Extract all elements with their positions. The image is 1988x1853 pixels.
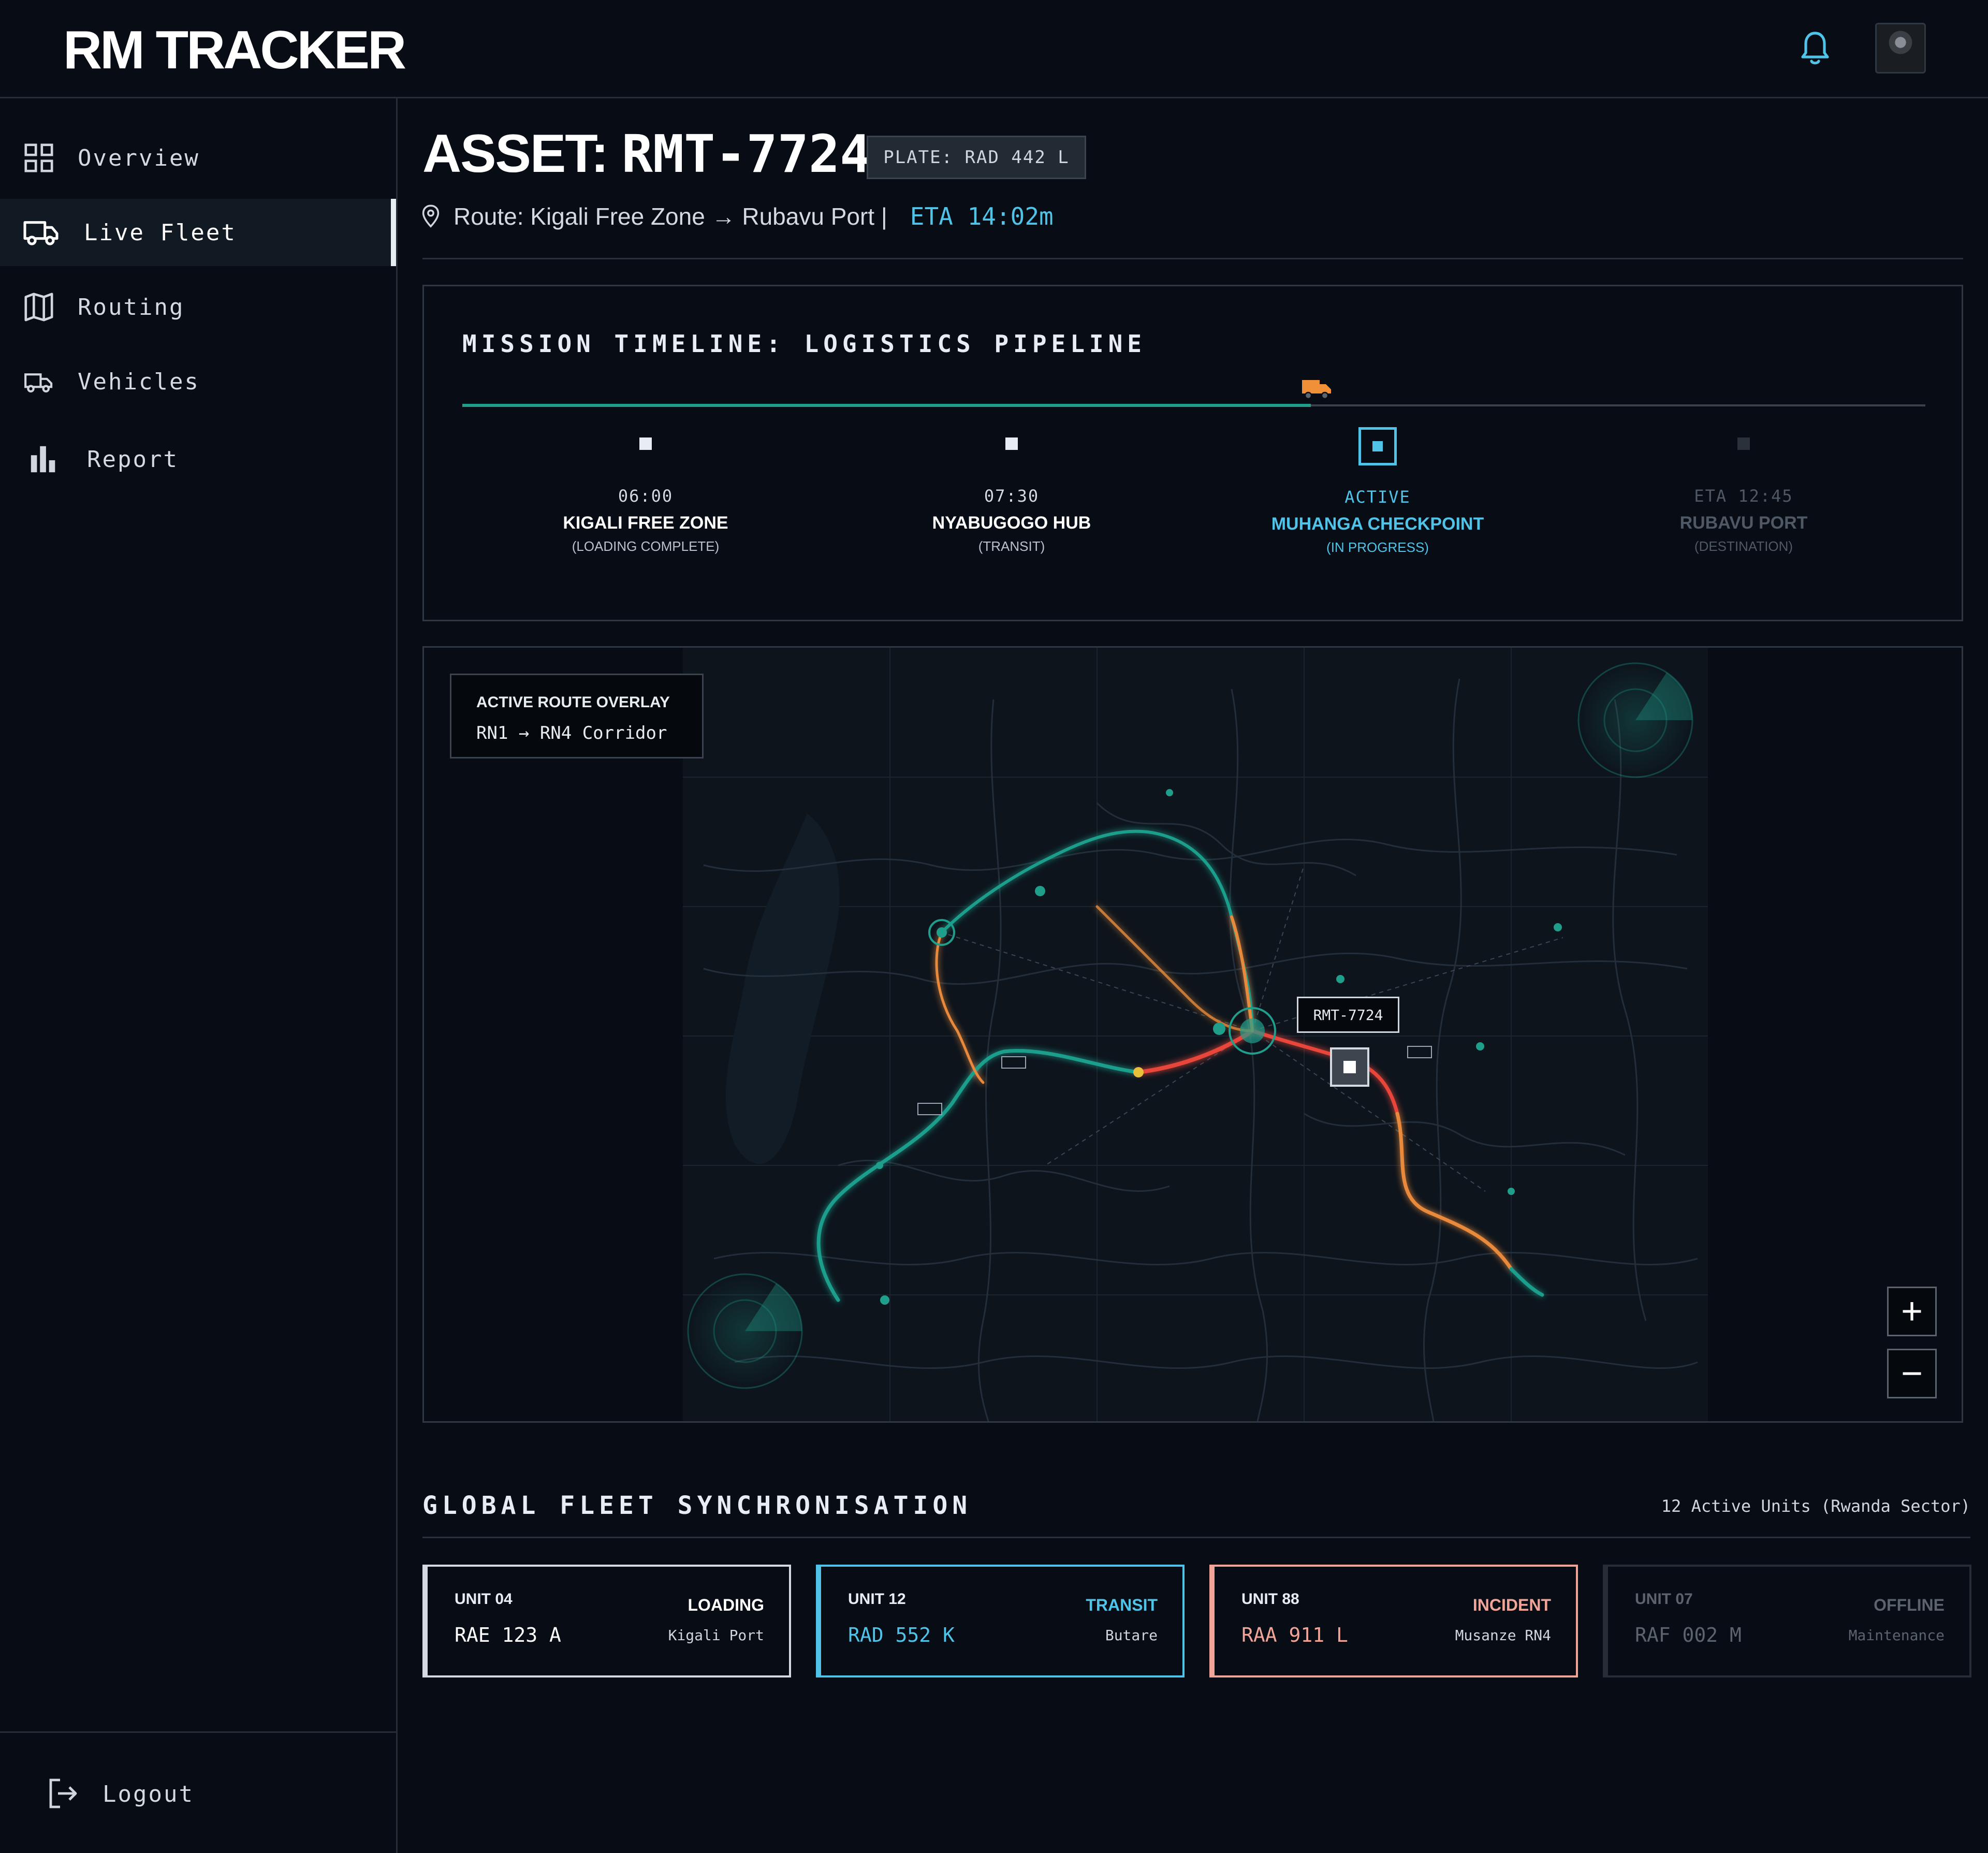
sidebar-item-label: Report <box>87 446 179 473</box>
unit-card-12[interactable]: UNIT 12 RAD 552 K TRANSIT Butare <box>816 1565 1185 1677</box>
truck-icon <box>1302 380 1331 400</box>
unit-card-04[interactable]: UNIT 04 RAE 123 A LOADING Kigali Port <box>422 1565 791 1677</box>
unit-name: UNIT 12 <box>848 1591 906 1608</box>
stage-name: RUBAVU PORT <box>1679 513 1808 533</box>
sidebar-item-routing[interactable]: Routing <box>0 273 396 341</box>
asset-prefix: ASSET: <box>422 124 622 184</box>
bell-icon[interactable] <box>1799 30 1832 67</box>
map-icon <box>24 293 53 322</box>
unit-status: TRANSIT <box>1086 1596 1158 1614</box>
unit-status: INCIDENT <box>1472 1596 1551 1614</box>
sidebar-item-live-fleet[interactable]: Live Fleet <box>0 199 396 266</box>
divider <box>422 258 1963 259</box>
fleet-section-title: GLOBAL FLEET SYNCHRONISATION <box>422 1491 972 1520</box>
fleet-active-count: 12 Active Units (Rwanda Sector) <box>1661 1496 1970 1516</box>
unit-plate: RAA 911 L <box>1241 1624 1348 1646</box>
stage-time: ACTIVE <box>1344 487 1411 507</box>
sidebar-divider <box>0 1731 396 1733</box>
stage-status: (IN PROGRESS) <box>1326 539 1429 555</box>
divider <box>422 1537 1970 1538</box>
sidebar-item-label: Vehicles <box>78 368 200 395</box>
unit-location: Kigali Port <box>668 1627 764 1644</box>
eta-text: ETA 14:02m <box>910 202 1054 230</box>
user-avatar[interactable] <box>1875 23 1926 74</box>
stage-name: NYABUGOGO HUB <box>932 513 1091 533</box>
timeline-progress <box>462 404 1311 407</box>
overlay-title: ACTIVE ROUTE OVERLAY <box>476 694 670 711</box>
stage-status: (TRANSIT) <box>978 538 1045 554</box>
unit-status: OFFLINE <box>1874 1596 1945 1614</box>
sidebar-item-overview[interactable]: Overview <box>0 124 396 192</box>
mission-timeline-card: MISSION TIMELINE: LOGISTICS PIPELINE 06:… <box>422 285 1963 621</box>
unit-name: UNIT 07 <box>1635 1591 1693 1608</box>
stage-marker <box>1005 437 1018 450</box>
active-route-overlay: ACTIVE ROUTE OVERLAY RN1 → RN4 Corridor <box>450 674 704 758</box>
stage-name: KIGALI FREE ZONE <box>563 513 728 533</box>
logout-label: Logout <box>103 1781 194 1807</box>
unit-plate: RAE 123 A <box>455 1624 561 1646</box>
unit-location: Musanze RN4 <box>1455 1627 1551 1644</box>
delivery-truck-icon <box>24 373 53 393</box>
truck-icon <box>23 221 59 245</box>
sidebar-item-label: Routing <box>78 294 185 320</box>
unit-plate: RAD 552 K <box>848 1624 955 1646</box>
logout-button[interactable]: Logout <box>0 1760 396 1828</box>
timeline-stage-nyabugogo[interactable]: 07:30 NYABUGOGO HUB (TRANSIT) <box>856 427 1167 555</box>
stage-marker <box>1737 437 1750 450</box>
grid-icon <box>24 143 53 172</box>
zoom-out-button[interactable]: − <box>1887 1349 1937 1398</box>
asset-id: RMT-7724 <box>621 124 871 184</box>
timeline-title: MISSION TIMELINE: LOGISTICS PIPELINE <box>462 330 1146 358</box>
zoom-in-button[interactable]: + <box>1887 1287 1937 1336</box>
logout-icon <box>49 1778 77 1808</box>
asset-map-label: RMT-7724 <box>1297 997 1399 1033</box>
route-line: Route: Kigali Free Zone → Rubavu Port | … <box>420 199 1054 234</box>
sidebar: Overview Live Fleet Routing Vehicles Rep… <box>0 98 398 1853</box>
overlay-route: RN1 → RN4 Corridor <box>476 723 667 743</box>
sidebar-item-label: Overview <box>78 144 200 171</box>
timeline-stage-kigali[interactable]: 06:00 KIGALI FREE ZONE (LOADING COMPLETE… <box>490 427 801 555</box>
stage-status: (DESTINATION) <box>1694 538 1793 554</box>
stage-name: MUHANGA CHECKPOINT <box>1271 514 1484 534</box>
sidebar-item-report[interactable]: Report <box>0 426 396 493</box>
map-canvas[interactable] <box>424 648 1962 1421</box>
sidebar-item-label: Live Fleet <box>84 219 237 246</box>
stage-time: 07:30 <box>984 486 1040 506</box>
stage-marker <box>639 437 652 450</box>
unit-name: UNIT 04 <box>455 1591 513 1608</box>
stage-status: (LOADING COMPLETE) <box>572 538 720 554</box>
unit-location: Butare <box>1105 1627 1158 1644</box>
stage-time: 06:00 <box>618 486 674 506</box>
unit-name: UNIT 88 <box>1241 1591 1299 1608</box>
asset-map-marker[interactable] <box>1330 1047 1369 1087</box>
unit-location: Maintenance <box>1848 1627 1945 1644</box>
route-text: Route: Kigali Free Zone → Rubavu Port | <box>454 203 887 230</box>
unit-plate: RAF 002 M <box>1635 1624 1742 1646</box>
timeline-stage-rubavu[interactable]: ETA 12:45 RUBAVU PORT (DESTINATION) <box>1588 427 1899 555</box>
plate-badge: PLATE: RAD 442 L <box>867 136 1086 179</box>
bar-chart-icon <box>31 446 55 473</box>
stage-marker-active <box>1358 427 1397 465</box>
timeline-stage-muhanga[interactable]: ACTIVE MUHANGA CHECKPOINT (IN PROGRESS) <box>1222 427 1533 556</box>
location-pin-icon <box>422 205 440 228</box>
top-bar: RM TRACKER <box>0 0 1988 98</box>
stage-time: ETA 12:45 <box>1694 486 1793 506</box>
app-logo[interactable]: RM TRACKER <box>63 20 406 81</box>
unit-card-88[interactable]: UNIT 88 RAA 911 L INCIDENT Musanze RN4 <box>1209 1565 1578 1677</box>
sidebar-item-vehicles[interactable]: Vehicles <box>0 348 396 415</box>
asset-title: ASSET: RMT-7724 <box>422 123 871 185</box>
route-map[interactable]: ACTIVE ROUTE OVERLAY RN1 → RN4 Corridor … <box>422 646 1963 1423</box>
unit-status: LOADING <box>688 1596 764 1614</box>
unit-card-07[interactable]: UNIT 07 RAF 002 M OFFLINE Maintenance <box>1603 1565 1971 1677</box>
